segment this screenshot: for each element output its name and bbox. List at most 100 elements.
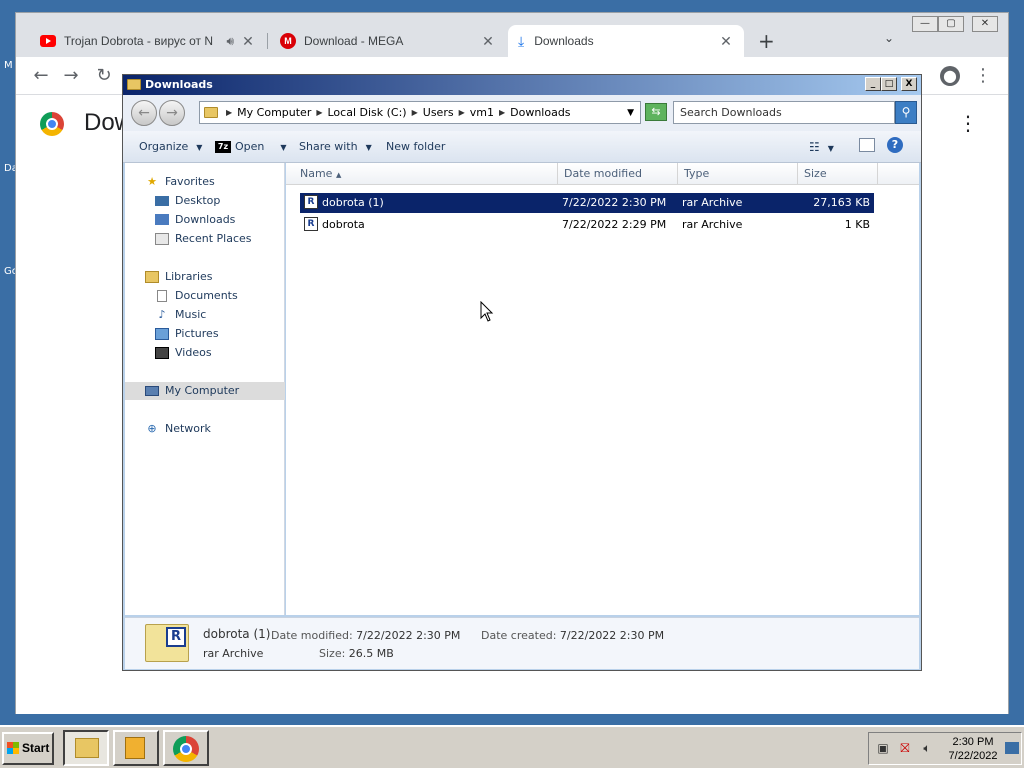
chevron-down-icon[interactable]: ▼ (280, 143, 286, 152)
chevron-right-icon[interactable]: ▶ (412, 108, 418, 117)
nav-favorites[interactable]: ★ Favorites (125, 173, 285, 191)
share-with-label: Share with (299, 140, 358, 153)
menu-icon[interactable]: ⋮ (972, 65, 994, 87)
close-button[interactable]: X (901, 77, 917, 91)
file-size: 1 KB (844, 218, 870, 231)
chrome-logo-icon (40, 112, 64, 136)
taskbar-explorer-button[interactable] (63, 730, 109, 766)
chevron-right-icon[interactable]: ▶ (316, 108, 322, 117)
mega-icon: M (280, 33, 296, 49)
windows-logo-icon (7, 742, 19, 754)
tab-youtube[interactable]: Trojan Dobrota - вирус от N 🔊︎ ✕ (30, 25, 266, 57)
minimize-button[interactable]: _ (865, 77, 881, 91)
chevron-right-icon[interactable]: ▶ (226, 108, 232, 117)
chevron-right-icon[interactable]: ▶ (499, 108, 505, 117)
forward-icon[interactable]: → (60, 65, 82, 87)
table-row[interactable]: R dobrota 7/22/2022 2:29 PM rar Archive … (300, 215, 874, 235)
breadcrumb-users[interactable]: Users (423, 106, 454, 119)
details-modified: Date modified: 7/22/2022 2:30 PM (271, 629, 460, 642)
maximize-button[interactable]: □ (881, 77, 897, 91)
nav-music[interactable]: ♪ Music (125, 306, 285, 324)
chevron-right-icon[interactable]: ▶ (459, 108, 465, 117)
file-name: dobrota (322, 218, 365, 231)
network-tray-icon[interactable]: ▣ (875, 741, 891, 755)
table-row[interactable]: R dobrota (1) 7/22/2022 2:30 PM rar Arch… (300, 193, 874, 213)
search-icon[interactable]: ⚲ (895, 101, 917, 124)
speaker-icon[interactable]: 🔊︎ (226, 34, 234, 49)
recent-places-icon (155, 233, 169, 245)
organize-label: Organize (139, 140, 189, 153)
nav-label: Desktop (175, 194, 221, 207)
breadcrumb-my-computer[interactable]: My Computer (237, 106, 311, 119)
videos-icon (155, 347, 169, 359)
downloads-folder-icon (155, 214, 169, 225)
back-button[interactable]: ← (131, 100, 157, 126)
libraries-icon (145, 271, 159, 283)
share-with-button[interactable]: Share with ▼ (299, 140, 372, 153)
breadcrumb-downloads[interactable]: Downloads (510, 106, 570, 119)
details-value: 7/22/2022 2:30 PM (559, 629, 665, 642)
security-alert-icon[interactable]: ⛝ (897, 741, 913, 755)
rar-archive-icon: R (304, 217, 318, 231)
new-folder-button[interactable]: New folder (386, 140, 445, 153)
close-icon[interactable]: ✕ (480, 33, 496, 50)
tab-downloads[interactable]: ⤓ Downloads ✕ (508, 25, 744, 57)
new-tab-button[interactable]: + (758, 29, 775, 53)
file-size: 27,163 KB (813, 196, 870, 209)
tab-search-icon[interactable]: ⌄ (884, 31, 894, 45)
column-date-modified[interactable]: Date modified (558, 163, 678, 185)
nav-network[interactable]: ⊕ Network (125, 420, 285, 438)
start-button[interactable]: Start (2, 732, 54, 765)
desktop-icon-label[interactable]: M (4, 60, 13, 71)
details-label: Date created: (481, 629, 557, 642)
file-type: rar Archive (682, 196, 743, 209)
close-icon[interactable]: ✕ (718, 33, 734, 50)
nav-recent-places[interactable]: Recent Places (125, 230, 285, 248)
help-icon[interactable]: ? (887, 137, 903, 153)
nav-label: Pictures (175, 327, 219, 340)
organize-button[interactable]: Organize ▼ (139, 140, 202, 153)
refresh-button[interactable]: ⇆ (645, 103, 667, 121)
volume-icon[interactable]: 🔈︎ (919, 741, 935, 755)
preview-pane-icon[interactable] (859, 138, 875, 152)
maximize-button[interactable]: ▢ (938, 16, 964, 32)
nav-documents[interactable]: Documents (125, 287, 285, 305)
tab-title: Download - MEGA (304, 34, 404, 48)
nav-downloads[interactable]: Downloads (125, 211, 285, 229)
view-options-icon[interactable]: ☷ ▼ (809, 140, 834, 154)
taskbar-chrome-button[interactable] (163, 730, 209, 766)
column-headers: Name ▲ Date modified Type Size (286, 163, 919, 185)
explorer-titlebar[interactable]: Downloads _ □ X (123, 75, 921, 95)
nav-desktop[interactable]: Desktop (125, 192, 285, 210)
open-button[interactable]: 7z Open ▼ (215, 140, 287, 153)
column-name[interactable]: Name ▲ (294, 163, 558, 185)
nav-my-computer[interactable]: My Computer (125, 382, 285, 400)
details-value: 7/22/2022 2:30 PM (356, 629, 461, 642)
file-name: dobrota (1) (322, 196, 384, 209)
taskbar-media-player-button[interactable] (113, 730, 159, 766)
breadcrumb-vm1[interactable]: vm1 (470, 106, 494, 119)
close-button[interactable]: ✕ (972, 16, 998, 32)
forward-button[interactable]: → (159, 100, 185, 126)
minimize-button[interactable]: — (912, 16, 938, 32)
close-icon[interactable]: ✕ (240, 33, 256, 50)
profile-icon[interactable]: ● (940, 66, 960, 86)
clock-time: 2:30 PM (952, 736, 994, 748)
chevron-down-icon[interactable]: ▼ (627, 108, 634, 118)
reload-icon[interactable]: ↻ (93, 65, 115, 87)
nav-label: Music (175, 308, 207, 321)
column-type[interactable]: Type (678, 163, 798, 185)
network-icon: ⊕ (147, 422, 157, 435)
breadcrumb-local-disk[interactable]: Local Disk (C:) (328, 106, 407, 119)
search-input[interactable]: Search Downloads (673, 101, 895, 124)
show-desktop-icon[interactable] (1005, 742, 1019, 754)
nav-videos[interactable]: Videos (125, 344, 285, 362)
clock[interactable]: 2:30 PM 7/22/2022 (943, 735, 1003, 763)
back-icon[interactable]: ← (30, 65, 52, 87)
nav-libraries[interactable]: Libraries (125, 268, 285, 286)
nav-pictures[interactable]: Pictures (125, 325, 285, 343)
more-actions-icon[interactable]: ⋮ (958, 111, 978, 135)
address-bar[interactable]: ▶ My Computer ▶ Local Disk (C:) ▶ Users … (199, 101, 641, 124)
column-size[interactable]: Size (798, 163, 878, 185)
tab-mega[interactable]: M Download - MEGA ✕ (270, 25, 506, 57)
